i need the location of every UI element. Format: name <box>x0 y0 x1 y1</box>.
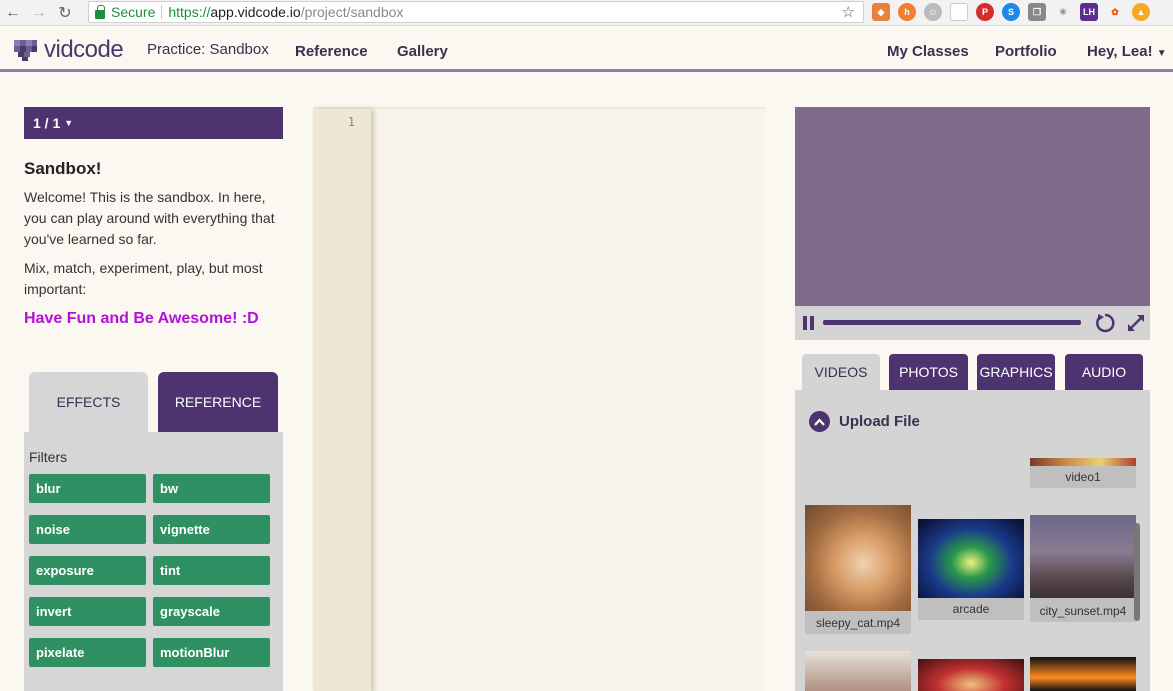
media-item-label: video1 <box>1065 470 1101 484</box>
app-header: vidcode Practice: Sandbox Reference Gall… <box>0 27 1173 72</box>
media-item-thumbnail[interactable] <box>805 651 911 691</box>
lesson-highlight: Have Fun and Be Awesome! :D <box>24 310 259 327</box>
lock-icon <box>95 4 105 19</box>
lesson-paragraph-1: Welcome! This is the sandbox. In here, y… <box>24 189 275 247</box>
lh-extension-icon[interactable]: LH <box>1080 3 1098 21</box>
filter-pixelate-button[interactable]: pixelate <box>29 638 146 667</box>
skype-icon[interactable]: S <box>1002 3 1020 21</box>
upload-label: Upload File <box>839 413 920 430</box>
lesson-panel: 1 / 1 ▼ Sandbox! Welcome! This is the sa… <box>24 107 283 328</box>
honey-icon[interactable]: h <box>898 3 916 21</box>
tabs-icon[interactable]: ❐ <box>1028 3 1046 21</box>
metamask-icon[interactable]: ◆ <box>872 3 890 21</box>
address-bar[interactable]: Secure https://app.vidcode.io/project/sa… <box>88 1 864 23</box>
filters-panel: Filters blur bw noise vignette exposure … <box>24 432 283 691</box>
fullscreen-icon[interactable] <box>1125 312 1147 334</box>
filter-invert-button[interactable]: invert <box>29 597 146 626</box>
media-item-city-sunset[interactable]: city_sunset.mp4 <box>1030 515 1136 622</box>
url-domain: app.vidcode.io <box>210 4 301 20</box>
filter-tint-button[interactable]: tint <box>153 556 270 585</box>
filter-blur-button[interactable]: blur <box>29 474 146 503</box>
heart-logo-icon <box>14 40 37 61</box>
lesson-title: Sandbox! <box>24 159 102 178</box>
upload-icon <box>809 411 830 432</box>
media-scrollbar[interactable] <box>1134 523 1140 621</box>
media-item-label: city_sunset.mp4 <box>1039 604 1127 618</box>
nav-gallery[interactable]: Gallery <box>397 43 448 60</box>
filter-motionblur-button[interactable]: motionBlur <box>153 638 270 667</box>
nav-portfolio[interactable]: Portfolio <box>995 43 1057 60</box>
gear-extension-icon[interactable]: ✿ <box>1106 3 1124 21</box>
logo-text: vidcode <box>44 36 124 63</box>
media-item-arcade[interactable]: arcade <box>918 519 1024 620</box>
media-item-thumbnail[interactable] <box>918 659 1024 691</box>
url-path: /project/sandbox <box>300 4 404 20</box>
user-greeting: Hey, Lea! <box>1087 43 1153 60</box>
nav-reference[interactable]: Reference <box>295 43 368 60</box>
media-item-video1[interactable]: video1 <box>1030 458 1136 488</box>
sparkle-icon[interactable]: ✳ <box>1054 3 1072 21</box>
code-editor[interactable]: 1 <box>313 107 765 691</box>
up-arrow-extension-icon[interactable]: ▲ <box>1132 3 1150 21</box>
level-selector[interactable]: 1 / 1 ▼ <box>24 107 283 139</box>
nav-my-classes[interactable]: My Classes <box>887 43 969 60</box>
filters-label: Filters <box>29 449 68 465</box>
tab-reference[interactable]: REFERENCE <box>158 372 278 432</box>
line-number: 1 <box>347 115 355 129</box>
thumbnail-image <box>805 505 911 611</box>
pinterest-icon[interactable]: P <box>976 3 994 21</box>
tab-audio[interactable]: AUDIO <box>1065 354 1143 390</box>
line-number-gutter: 1 <box>313 109 371 691</box>
browser-toolbar: ← → ↻ Secure https://app.vidcode.io/proj… <box>0 0 1173 26</box>
filter-grayscale-button[interactable]: grayscale <box>153 597 270 626</box>
lesson-paragraph-2: Mix, match, experiment, play, but most i… <box>24 260 263 297</box>
pause-icon[interactable] <box>803 316 815 330</box>
tab-videos[interactable]: VIDEOS <box>802 354 880 390</box>
video-preview[interactable] <box>795 107 1150 306</box>
url-separator <box>161 5 163 19</box>
media-library: Upload File video1 sleepy_cat.mp4 arcade… <box>795 390 1150 691</box>
user-menu[interactable]: Hey, Lea! ▼ <box>1087 43 1167 60</box>
bookmark-star-icon[interactable]: ☆ <box>842 3 855 21</box>
thumbnail-image <box>1030 458 1136 466</box>
thumbnail-image <box>918 519 1024 598</box>
vidcode-logo[interactable]: vidcode <box>12 36 124 64</box>
player-controls <box>795 306 1150 340</box>
media-item-label: sleepy_cat.mp4 <box>815 616 901 630</box>
url-scheme: https:// <box>168 4 211 20</box>
face-icon[interactable]: ☺ <box>924 3 942 21</box>
upload-file-button[interactable]: Upload File <box>809 411 920 432</box>
left-tabs: EFFECTS REFERENCE <box>24 372 283 432</box>
tab-graphics[interactable]: GRAPHICS <box>977 354 1055 390</box>
thumbnail-image <box>1030 515 1136 598</box>
back-icon[interactable]: ← <box>0 0 26 26</box>
extension-icons: ◆ h ☺ P S ❐ ✳ LH ✿ ▲ <box>872 3 1150 21</box>
nav-practice[interactable]: Practice: Sandbox <box>147 41 269 58</box>
secure-label: Secure <box>111 4 156 20</box>
tab-effects[interactable]: EFFECTS <box>29 372 148 432</box>
tab-photos[interactable]: PHOTOS <box>889 354 968 390</box>
reload-icon[interactable]: ↻ <box>52 0 78 26</box>
filter-bw-button[interactable]: bw <box>153 474 270 503</box>
media-item-label: arcade <box>952 602 990 616</box>
caret-down-icon: ▼ <box>1156 48 1167 59</box>
media-item-thumbnail[interactable] <box>1030 657 1136 691</box>
restart-icon[interactable] <box>1094 312 1116 334</box>
filter-exposure-button[interactable]: exposure <box>29 556 146 585</box>
filter-vignette-button[interactable]: vignette <box>153 515 270 544</box>
blank-extension-icon[interactable] <box>950 3 968 21</box>
level-label: 1 / 1 <box>33 115 61 131</box>
filter-noise-button[interactable]: noise <box>29 515 146 544</box>
progress-bar[interactable] <box>823 320 1081 325</box>
media-item-sleepy-cat[interactable]: sleepy_cat.mp4 <box>805 505 911 634</box>
forward-icon[interactable]: → <box>26 0 52 26</box>
caret-down-icon: ▼ <box>64 118 74 128</box>
